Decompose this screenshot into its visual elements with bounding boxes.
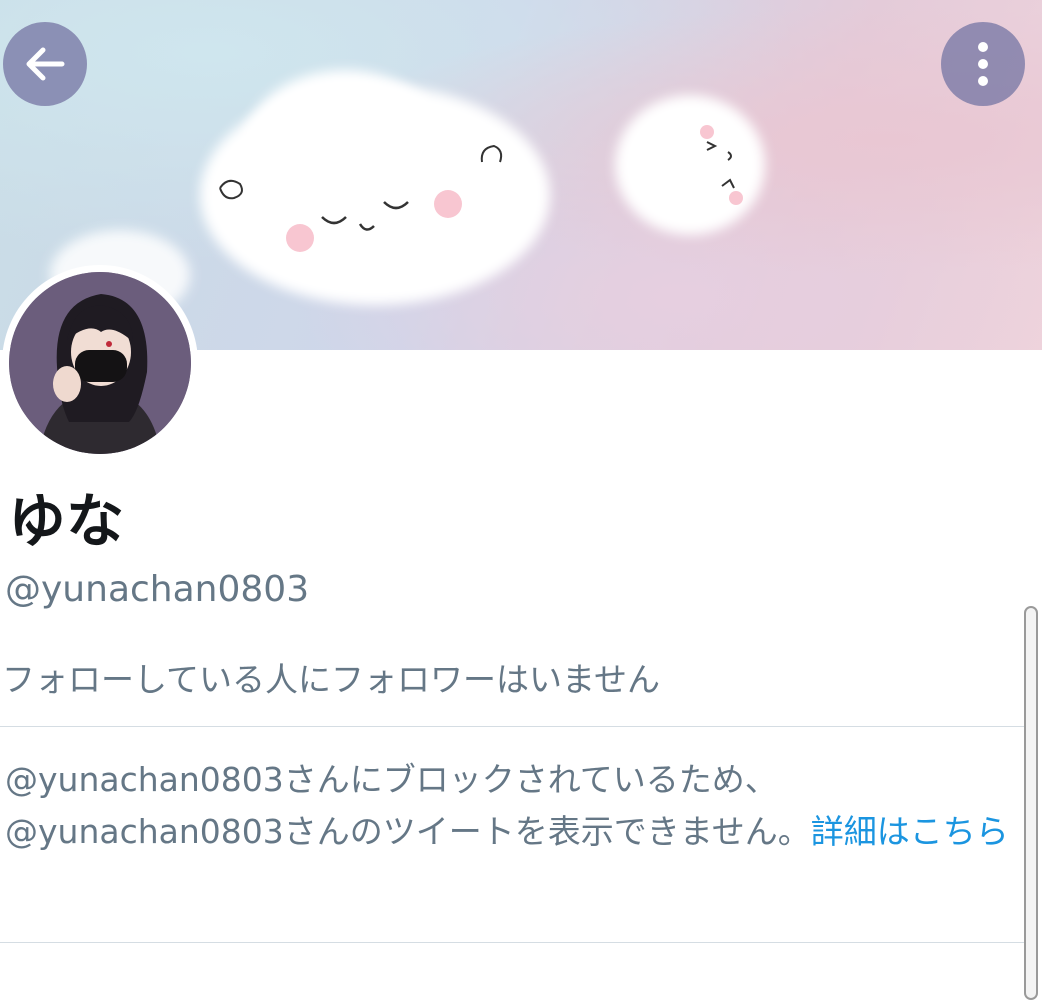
followers-you-follow-text: フォローしている人にフォロワーはいません bbox=[2, 660, 661, 699]
divider bbox=[0, 726, 1028, 727]
back-button[interactable] bbox=[3, 22, 87, 106]
arrow-left-icon bbox=[26, 47, 65, 81]
blocked-notice-line2: @yunachan0803さんのツイートを表示できません。 bbox=[5, 812, 811, 851]
avatar[interactable] bbox=[2, 265, 198, 461]
blocked-notice-line1: @yunachan0803さんにブロックされているため、 bbox=[5, 760, 778, 799]
avatar-image bbox=[9, 272, 191, 454]
scrollbar[interactable] bbox=[1024, 606, 1038, 1000]
username-handle: @yunachan0803 bbox=[5, 569, 310, 610]
divider bbox=[0, 942, 1028, 943]
blocked-notice: @yunachan0803さんにブロックされているため、 @yunachan08… bbox=[5, 754, 1015, 858]
learn-more-link[interactable]: 詳細はこちら bbox=[811, 812, 1009, 851]
more-vertical-icon bbox=[978, 42, 988, 86]
more-options-button[interactable] bbox=[941, 22, 1025, 106]
display-name: ゆな bbox=[8, 487, 125, 555]
